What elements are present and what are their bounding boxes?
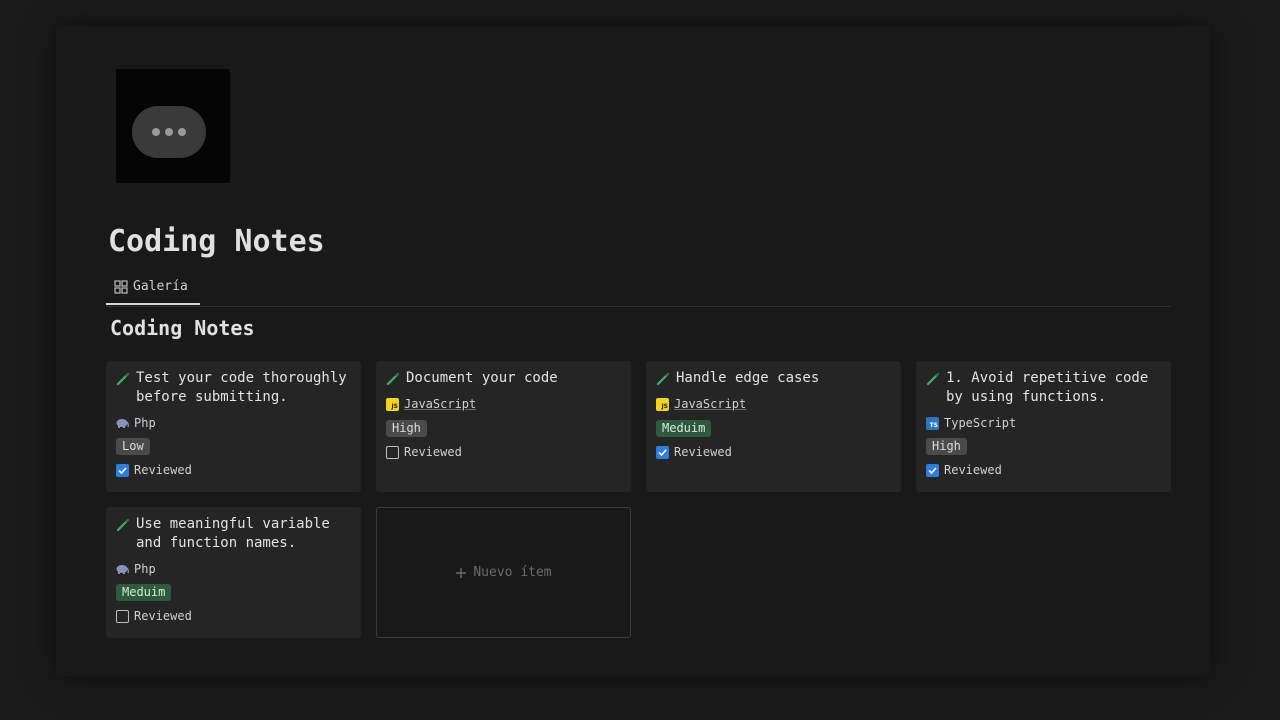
checkbox-unchecked-icon[interactable] bbox=[386, 445, 399, 459]
php-elephant-icon bbox=[116, 419, 129, 428]
page-cover-image[interactable] bbox=[116, 69, 230, 183]
reviewed-label: Reviewed bbox=[134, 609, 192, 623]
chat-bubble-ellipsis-icon bbox=[132, 106, 206, 158]
checkbox-checked-icon[interactable] bbox=[926, 463, 939, 477]
tab-gallery-label: Galería bbox=[133, 279, 188, 294]
card-title: Handle edge cases bbox=[676, 370, 820, 386]
typescript-icon: TS bbox=[926, 416, 939, 430]
language-property: JS JavaScript bbox=[386, 397, 476, 411]
page-title[interactable]: Coding Notes bbox=[108, 224, 325, 259]
reviewed-label: Reviewed bbox=[404, 445, 462, 459]
new-item-button[interactable]: Nuevo ítem bbox=[376, 507, 631, 638]
gallery-card[interactable]: Document your code JS JavaScript High Re… bbox=[376, 361, 631, 492]
plus-icon bbox=[456, 567, 467, 578]
gallery-title[interactable]: Coding Notes bbox=[110, 316, 255, 340]
priority-tag: High bbox=[926, 438, 967, 455]
language-property: Php bbox=[116, 562, 156, 576]
php-elephant-icon bbox=[116, 565, 129, 574]
card-title: 1. Avoid repetitive code by using functi… bbox=[946, 370, 1149, 405]
language-value: TypeScript bbox=[944, 416, 1017, 430]
pencil-icon bbox=[926, 372, 940, 386]
view-tabs: Galería bbox=[106, 276, 1171, 307]
gallery-card[interactable]: Test your code thoroughly before submitt… bbox=[106, 361, 361, 492]
reviewed-label: Reviewed bbox=[674, 445, 732, 459]
notion-page: Coding Notes Galería Coding Notes Test y… bbox=[56, 26, 1210, 676]
new-item-label: Nuevo ítem bbox=[473, 565, 552, 580]
reviewed-property: Reviewed bbox=[386, 445, 462, 459]
checkbox-checked-icon[interactable] bbox=[116, 463, 129, 477]
checkbox-unchecked-icon[interactable] bbox=[116, 609, 129, 623]
javascript-icon: JS bbox=[656, 397, 669, 411]
reviewed-property: Reviewed bbox=[116, 463, 192, 477]
language-property: TS TypeScript bbox=[926, 416, 1016, 430]
language-value: JavaScript bbox=[674, 397, 747, 411]
language-property: JS JavaScript bbox=[656, 397, 746, 411]
gallery-card[interactable]: 1. Avoid repetitive code by using functi… bbox=[916, 361, 1171, 492]
card-title: Document your code bbox=[406, 370, 558, 386]
reviewed-property: Reviewed bbox=[926, 463, 1002, 477]
pencil-icon bbox=[116, 372, 130, 386]
reviewed-property: Reviewed bbox=[116, 609, 192, 623]
card-title: Use meaningful variable and function nam… bbox=[136, 516, 330, 551]
pencil-icon bbox=[386, 372, 400, 386]
card-title: Test your code thoroughly before submitt… bbox=[136, 370, 347, 405]
pencil-icon bbox=[116, 518, 130, 532]
language-value: JavaScript bbox=[404, 397, 477, 411]
priority-tag: Meduim bbox=[656, 420, 712, 437]
language-value: Php bbox=[134, 416, 156, 430]
checkbox-checked-icon[interactable] bbox=[656, 445, 669, 459]
language-value: Php bbox=[134, 562, 156, 576]
priority-tag: High bbox=[386, 420, 427, 437]
reviewed-label: Reviewed bbox=[944, 463, 1002, 477]
priority-tag: Low bbox=[116, 438, 150, 455]
reviewed-property: Reviewed bbox=[656, 445, 732, 459]
tab-gallery[interactable]: Galería bbox=[106, 276, 200, 305]
language-property: Php bbox=[116, 416, 156, 430]
gallery-grid-icon bbox=[114, 280, 128, 294]
reviewed-label: Reviewed bbox=[134, 463, 192, 477]
javascript-icon: JS bbox=[386, 397, 399, 411]
gallery-card[interactable]: Use meaningful variable and function nam… bbox=[106, 507, 361, 638]
priority-tag: Meduim bbox=[116, 584, 172, 601]
pencil-icon bbox=[656, 372, 670, 386]
gallery-card[interactable]: Handle edge cases JS JavaScript Meduim R… bbox=[646, 361, 901, 492]
